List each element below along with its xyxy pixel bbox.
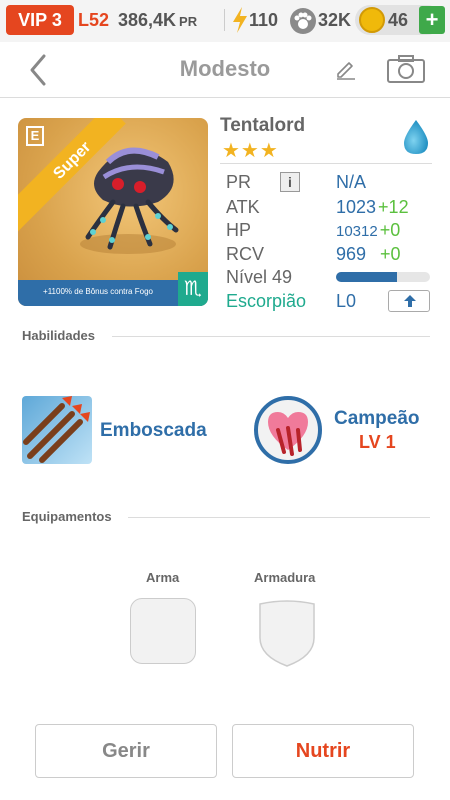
atk-value: 1023 +12 [336,197,409,218]
skills-section-title: Habilidades [22,328,95,343]
manage-button[interactable]: Gerir [35,724,217,778]
player-power-value: 386,4K [118,10,177,30]
hp-bonus: +0 [379,220,401,240]
skills-divider [112,336,430,337]
camera-icon[interactable] [386,54,426,84]
armor-slot[interactable] [254,598,320,668]
champion-skill-level: LV 1 [359,432,396,452]
scorpio-sign-icon: ♏ [178,272,208,306]
player-power-unit: PR [179,14,198,29]
page-title: Modesto [179,56,271,81]
status-bar: VIP 3 L52 386,4K PR 110 32K 46 + [0,0,450,42]
level-progress-fill [336,272,398,282]
hp-base: 10312 [336,223,378,240]
weapon-label: Arma [146,570,180,585]
champion-skill-name[interactable]: Campeão [334,408,420,430]
rcv-value: 969 +0 [336,244,401,265]
hp-value: 10312 +0 [336,220,400,241]
monster-portrait[interactable]: Super E +1100% de Bônus contra Fogo ♏ [18,118,208,306]
buy-coins-button[interactable]: + [419,6,445,34]
food-count: 32K [318,10,352,30]
sign-level: L0 [336,291,357,311]
coin-count: 46 [388,10,409,30]
atk-base: 1023 [336,197,377,217]
pr-label: PR [226,172,252,192]
level-progress-bar [336,272,430,282]
ambush-skill-icon[interactable] [22,396,92,464]
hp-label: HP [226,220,252,240]
rcv-bonus: +0 [380,244,401,264]
energy-count: 110 [249,10,279,30]
edit-icon[interactable] [334,56,358,80]
champion-skill-icon[interactable] [254,396,322,464]
ambush-skill-name[interactable]: Emboscada [100,420,207,442]
equipment-section-title: Equipamentos [22,509,112,524]
armor-label: Armadura [254,570,316,585]
coin-icon [359,7,385,33]
status-divider [224,9,225,31]
star-rating: ★★★ [222,140,279,162]
sign-label: Escorpião [226,291,307,311]
level-label: Nível 49 [226,267,293,287]
weapon-slot[interactable] [130,598,196,664]
card-tag-icon: E [26,126,44,146]
bonus-text: +1100% de Bônus contra Fogo [43,287,153,296]
pr-value: N/A [336,172,367,192]
rcv-base: 969 [336,244,367,264]
energy-icon [233,7,247,33]
equipment-divider [128,517,430,518]
monster-name: Tentalord [220,115,306,136]
feed-button[interactable]: Nutrir [232,724,414,778]
paw-icon [290,8,316,34]
rcv-label: RCV [226,244,265,264]
atk-label: ATK [226,197,260,217]
vip-badge[interactable]: VIP 3 [6,5,74,35]
pr-info-icon[interactable]: i [280,172,300,192]
header: Modesto [0,42,450,98]
player-power: 386,4K PR [118,9,197,33]
sign-upgrade-button[interactable] [388,290,430,312]
arrow-up-icon [404,295,416,307]
name-divider [220,163,432,164]
player-level: L52 [78,10,110,30]
water-element-icon [404,120,428,154]
atk-bonus: +12 [378,197,409,217]
